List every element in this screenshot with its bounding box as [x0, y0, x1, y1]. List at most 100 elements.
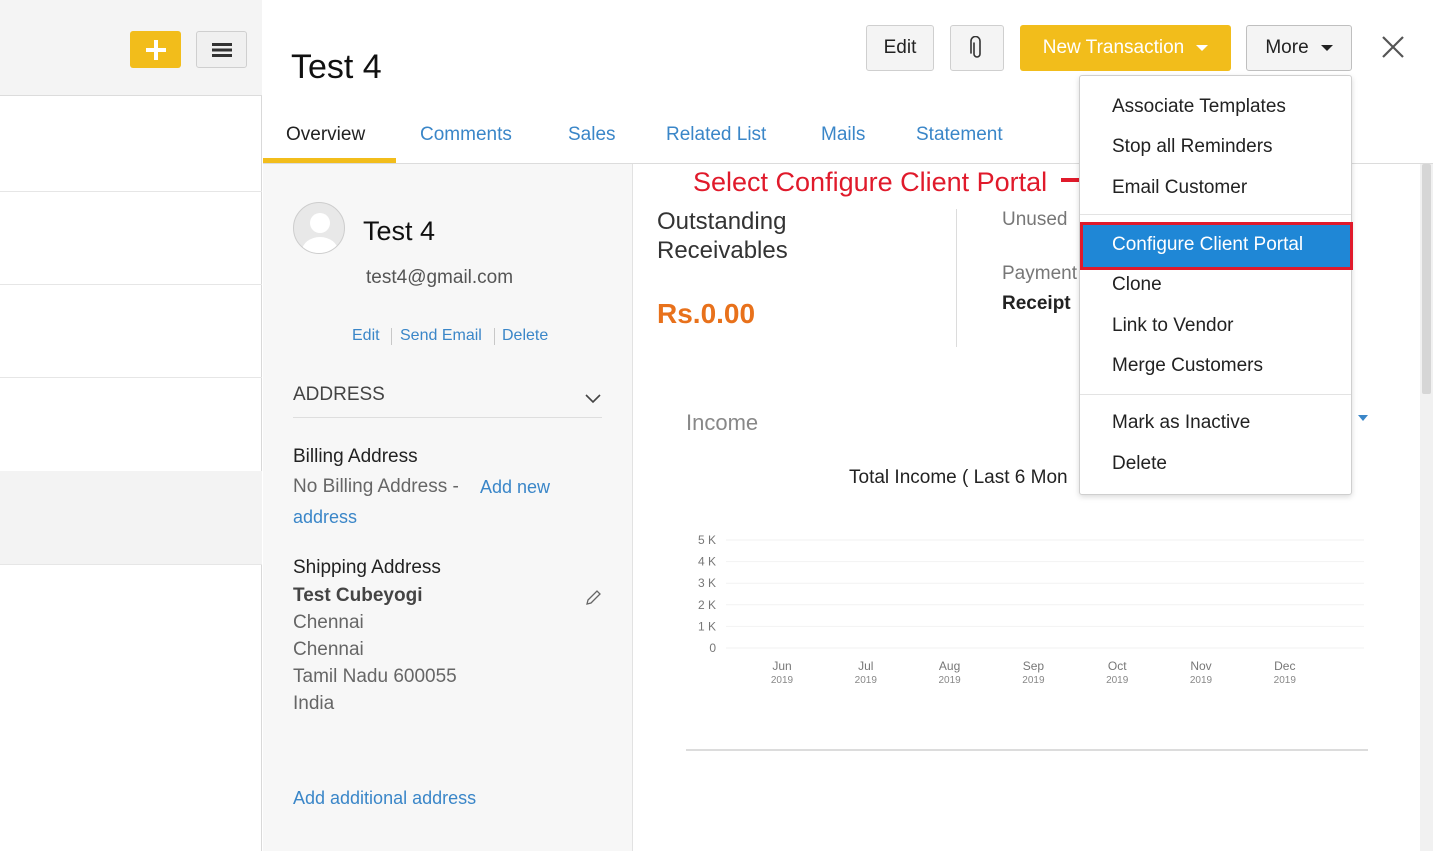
- y-tick-label: 3 K: [698, 576, 716, 590]
- x-tick-label: Nov: [1190, 659, 1211, 673]
- shipping-address-heading: Shipping Address: [293, 557, 441, 578]
- x-tick-label: Dec: [1274, 659, 1295, 673]
- x-tick-year: 2019: [938, 675, 961, 686]
- y-tick-label: 5 K: [698, 533, 716, 547]
- contact-name: Test 4: [363, 216, 436, 246]
- divider: [686, 749, 1368, 751]
- shipping-line: Tamil Nadu 600055: [293, 666, 457, 687]
- contact-email: test4@gmail.com: [366, 267, 514, 288]
- more-button[interactable]: More: [1246, 25, 1352, 71]
- menu-item-delete[interactable]: Delete: [1112, 453, 1167, 475]
- annotation-text: Select Configure Client Portal: [693, 167, 1048, 197]
- caret-down-icon: [1320, 45, 1333, 51]
- caret-down-icon: [1196, 45, 1209, 51]
- paperclip-icon: [970, 36, 981, 58]
- divider: [956, 209, 957, 347]
- menu-item-merge-customers[interactable]: Merge Customers: [1112, 355, 1263, 377]
- shipping-attention: Test Cubeyogi: [293, 585, 423, 606]
- receipt-label: Receipt: [1002, 293, 1071, 314]
- send-email-link[interactable]: Send Email: [400, 327, 482, 345]
- list-row-selected[interactable]: [0, 471, 262, 564]
- edit-button[interactable]: Edit: [866, 25, 934, 71]
- new-transaction-button[interactable]: New Transaction: [1020, 25, 1231, 71]
- payment-label: Payment: [1002, 263, 1077, 284]
- list-row-divider: [0, 284, 262, 285]
- menu-item-link-to-vendor[interactable]: Link to Vendor: [1112, 315, 1233, 337]
- x-tick-year: 2019: [1274, 675, 1297, 686]
- tab-related-list[interactable]: Related List: [666, 124, 766, 146]
- menu-item-configure-client-portal[interactable]: Configure Client Portal: [1080, 222, 1353, 270]
- income-heading: Income: [686, 410, 759, 435]
- shipping-line: India: [293, 693, 335, 714]
- x-tick-label: Aug: [939, 659, 960, 673]
- menu-item-label: Configure Client Portal: [1112, 234, 1304, 255]
- y-tick-label: 0: [709, 641, 716, 655]
- menu-item-clone[interactable]: Clone: [1112, 274, 1162, 296]
- outstanding-label-2: Receivables: [657, 237, 788, 264]
- x-tick-year: 2019: [1106, 675, 1129, 686]
- x-tick-label: Oct: [1108, 659, 1127, 673]
- billing-address-empty: No Billing Address -: [293, 476, 459, 497]
- address-heading: ADDRESS: [293, 384, 385, 405]
- close-icon[interactable]: [1379, 33, 1407, 61]
- x-tick-label: Jul: [858, 659, 873, 673]
- list-menu-button[interactable]: [196, 31, 247, 68]
- menu-divider: [1080, 214, 1351, 215]
- add-button[interactable]: [130, 31, 181, 68]
- plus-icon: [145, 39, 166, 60]
- menu-item-associate-templates[interactable]: Associate Templates: [1112, 96, 1286, 118]
- attach-button[interactable]: [950, 25, 1004, 71]
- customer-list-panel: [0, 0, 262, 851]
- y-tick-label: 1 K: [698, 619, 716, 633]
- list-row-divider: [0, 377, 262, 378]
- unused-credits-label: Unused: [1002, 209, 1068, 230]
- divider: [494, 328, 495, 345]
- x-tick-year: 2019: [771, 675, 794, 686]
- x-tick-year: 2019: [855, 675, 878, 686]
- list-row-divider: [0, 564, 262, 565]
- chevron-down-icon[interactable]: [585, 394, 601, 404]
- menu-item-mark-inactive[interactable]: Mark as Inactive: [1112, 412, 1250, 434]
- contact-sidebar: Test 4 test4@gmail.com Edit Send Email D…: [263, 164, 633, 851]
- menu-divider: [1080, 394, 1351, 395]
- y-tick-label: 2 K: [698, 598, 716, 612]
- menu-item-stop-reminders[interactable]: Stop all Reminders: [1112, 136, 1273, 158]
- scrollbar[interactable]: [1420, 164, 1433, 851]
- x-tick-label: Sep: [1023, 659, 1045, 673]
- outstanding-value: Rs.0.00: [657, 298, 756, 329]
- shipping-line: Chennai: [293, 639, 364, 660]
- hamburger-icon: [211, 42, 232, 57]
- shipping-line: Chennai: [293, 612, 364, 633]
- more-dropdown-menu: Associate Templates Stop all Reminders E…: [1079, 75, 1353, 495]
- add-billing-address-link-cont[interactable]: address: [293, 507, 357, 528]
- x-tick-year: 2019: [1190, 675, 1213, 686]
- tab-statement[interactable]: Statement: [916, 124, 1003, 146]
- x-tick-year: 2019: [1022, 675, 1045, 686]
- outstanding-label: Outstanding: [657, 208, 787, 235]
- more-label: More: [1265, 37, 1309, 58]
- chart-title: Total Income ( Last 6 Mon: [849, 467, 1068, 488]
- divider: [391, 328, 392, 345]
- avatar: [293, 202, 345, 254]
- scrollbar-thumb[interactable]: [1422, 164, 1431, 394]
- tab-comments[interactable]: Comments: [420, 124, 512, 146]
- contact-delete-link[interactable]: Delete: [502, 327, 548, 345]
- user-icon: [302, 213, 338, 253]
- contact-edit-link[interactable]: Edit: [352, 327, 380, 345]
- divider: [293, 417, 602, 418]
- add-billing-address-link[interactable]: Add new: [480, 477, 550, 498]
- y-tick-label: 4 K: [698, 555, 716, 569]
- list-row-divider: [0, 191, 262, 192]
- income-chart: 0 1 K 2 K 3 K 4 K 5 K Jun 2019 Jul 2019 Aug 2019 Sep…: [698, 533, 1364, 686]
- caret-down-icon[interactable]: [1357, 414, 1369, 422]
- billing-address-heading: Billing Address: [293, 446, 418, 467]
- tab-sales[interactable]: Sales: [568, 124, 616, 146]
- pencil-icon[interactable]: [585, 589, 602, 606]
- x-tick-label: Jun: [772, 659, 791, 673]
- add-additional-address-link[interactable]: Add additional address: [293, 788, 476, 809]
- menu-item-email-customer[interactable]: Email Customer: [1112, 177, 1247, 199]
- list-header: [0, 0, 262, 96]
- tab-mails[interactable]: Mails: [821, 124, 865, 146]
- tab-overview[interactable]: Overview: [286, 124, 365, 146]
- page-title: Test 4: [291, 48, 382, 86]
